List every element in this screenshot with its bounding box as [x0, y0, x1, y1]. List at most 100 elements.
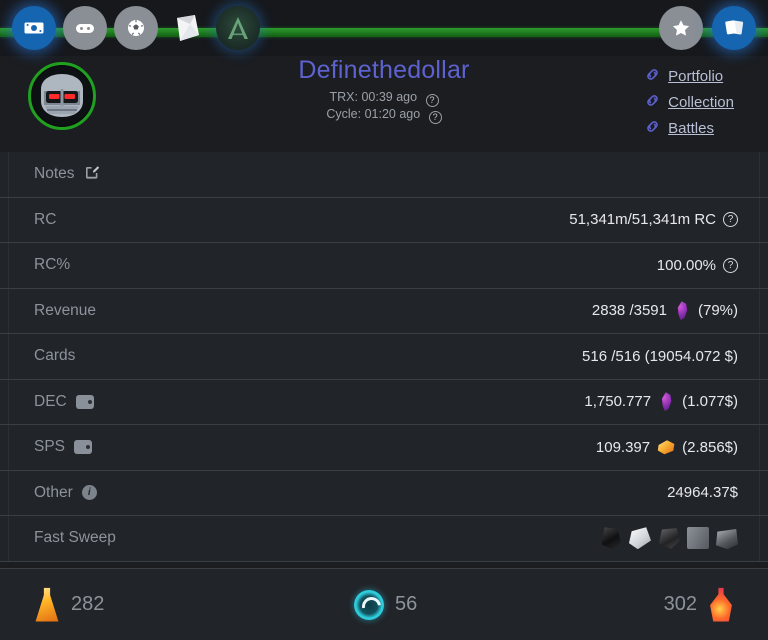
stats-list: Notes RC 51,341m/51,341m RC ? RC% 100.00… — [0, 152, 768, 562]
row-edge-right — [759, 152, 760, 197]
row-label: RC — [34, 210, 57, 228]
nav-favorites-button[interactable] — [659, 6, 703, 50]
soccer-ball-icon — [124, 16, 148, 40]
sweep-dark-pack-icon[interactable] — [601, 527, 622, 550]
wallet-icon[interactable] — [74, 440, 93, 455]
row-label-group: Revenue — [34, 302, 96, 320]
link-icon — [644, 66, 661, 87]
legendary-potion-item[interactable]: 282 — [34, 587, 105, 622]
row-label: Revenue — [34, 301, 97, 319]
row-label: Fast Sweep — [34, 529, 116, 547]
row-label: Notes — [34, 165, 75, 183]
row-label-group: Notes — [34, 164, 100, 185]
row-value-group: 109.397 (2.856$) — [596, 439, 738, 456]
nav-app-logo-button[interactable] — [216, 6, 260, 50]
row-edge-right — [759, 516, 760, 561]
profile-band: Definethedollar TRX: 00:39 ago ? Cycle: … — [0, 56, 768, 152]
page-root: Definethedollar TRX: 00:39 ago ? Cycle: … — [0, 0, 768, 640]
row-label: Cards — [34, 347, 76, 365]
table-row[interactable]: SPS 109.397 (2.856$) — [0, 425, 768, 471]
link-battles[interactable]: Battles — [644, 118, 734, 139]
nav-left-icons — [12, 6, 260, 50]
question-circle-icon[interactable]: ? — [723, 257, 738, 273]
question-circle-icon[interactable]: ? — [723, 212, 738, 228]
row-edge-left — [8, 334, 9, 379]
row-value-group: 2838 /3591 (79%) — [591, 301, 738, 321]
cycle-help-icon[interactable]: ? — [428, 111, 442, 124]
spiral-energy-icon — [354, 589, 384, 620]
table-row[interactable]: DEC 1,750.777 (1.077$) — [0, 379, 768, 425]
nav-cash-button[interactable] — [12, 6, 56, 50]
cycle-value: 01:20 ago — [364, 107, 421, 121]
link-collection[interactable]: Collection — [644, 92, 734, 113]
row-value-suffix: (79%) — [697, 302, 738, 320]
nav-battles-button[interactable] — [114, 6, 158, 50]
pack-icon — [170, 11, 204, 45]
row-value: 109.397 — [595, 438, 651, 456]
top-navbar — [0, 0, 768, 56]
row-value: 516 /516 (19054.072 $) — [582, 347, 738, 365]
energy-spiral-item[interactable]: 56 — [354, 589, 418, 620]
row-edge-left — [8, 152, 9, 197]
row-label: SPS — [34, 438, 66, 456]
sweep-icon-group — [600, 527, 738, 550]
link-label: Collection — [668, 94, 734, 111]
trx-value: 00:39 ago — [361, 90, 418, 104]
row-edge-left — [8, 516, 9, 561]
row-edge-right — [759, 288, 760, 333]
link-icon — [644, 118, 661, 139]
cash-icon — [22, 16, 46, 40]
sweep-chest-icon[interactable] — [716, 529, 738, 550]
edit-icon[interactable] — [84, 164, 100, 185]
nav-packs-button[interactable] — [165, 6, 209, 50]
row-label-group: RC% — [34, 256, 70, 274]
dec-gem-icon — [677, 301, 688, 321]
sweep-white-pack-icon[interactable] — [629, 527, 651, 550]
potion-count: 56 — [395, 593, 418, 615]
potion-count: 282 — [71, 593, 105, 615]
table-row[interactable]: Notes — [0, 152, 768, 198]
row-edge-right — [759, 334, 760, 379]
wallet-icon[interactable] — [75, 394, 94, 409]
alchemy-potion-item[interactable]: 302 — [663, 587, 734, 622]
potion-bar: 282 56 302 — [0, 568, 768, 640]
row-label-group: Cards — [34, 347, 75, 365]
row-value: 2838 /3591 — [591, 302, 667, 320]
link-icon — [644, 92, 661, 113]
nav-games-button[interactable] — [63, 6, 107, 50]
red-potion-icon — [710, 587, 732, 622]
row-edge-left — [8, 425, 9, 470]
row-value-group: 51,341m/51,341m RC ? — [569, 211, 738, 228]
app-logo-icon — [223, 13, 253, 43]
table-row[interactable]: Other i 24964.37$ — [0, 470, 768, 516]
cycle-label: Cycle: — [326, 107, 362, 121]
nav-cards-button[interactable] — [712, 6, 756, 50]
potion-count: 302 — [663, 593, 697, 615]
row-edge-left — [8, 379, 9, 424]
row-edge-right — [759, 379, 760, 424]
info-circle-icon[interactable]: i — [81, 485, 97, 501]
profile-links: Portfolio Collection Battles — [644, 66, 734, 139]
table-row[interactable]: RC% 100.00% ? — [0, 243, 768, 289]
row-label: DEC — [34, 392, 67, 410]
sweep-crumpled-pack-icon[interactable] — [658, 528, 680, 549]
row-label-group: SPS — [34, 438, 93, 456]
table-row[interactable]: Revenue 2838 /3591 (79%) — [0, 288, 768, 334]
gold-potion-icon — [35, 587, 59, 622]
link-portfolio[interactable]: Portfolio — [644, 66, 734, 87]
row-edge-left — [8, 197, 9, 242]
sweep-card-icon[interactable] — [687, 527, 709, 550]
row-value: 100.00% — [656, 256, 716, 274]
row-label-group: DEC — [34, 393, 94, 411]
nav-right-icons — [659, 6, 756, 50]
trx-label: TRX: — [329, 90, 358, 104]
table-row[interactable]: Cards 516 /516 (19054.072 $) — [0, 334, 768, 380]
table-row[interactable]: RC 51,341m/51,341m RC ? — [0, 197, 768, 243]
row-value: 51,341m/51,341m RC — [569, 211, 716, 229]
row-edge-left — [8, 288, 9, 333]
row-value-group: 1,750.777 (1.077$) — [584, 392, 738, 412]
row-edge-right — [759, 425, 760, 470]
row-value-group: 24964.37$ — [667, 484, 738, 501]
row-label-group: Fast Sweep — [34, 529, 116, 547]
table-row[interactable]: Fast Sweep — [0, 516, 768, 562]
